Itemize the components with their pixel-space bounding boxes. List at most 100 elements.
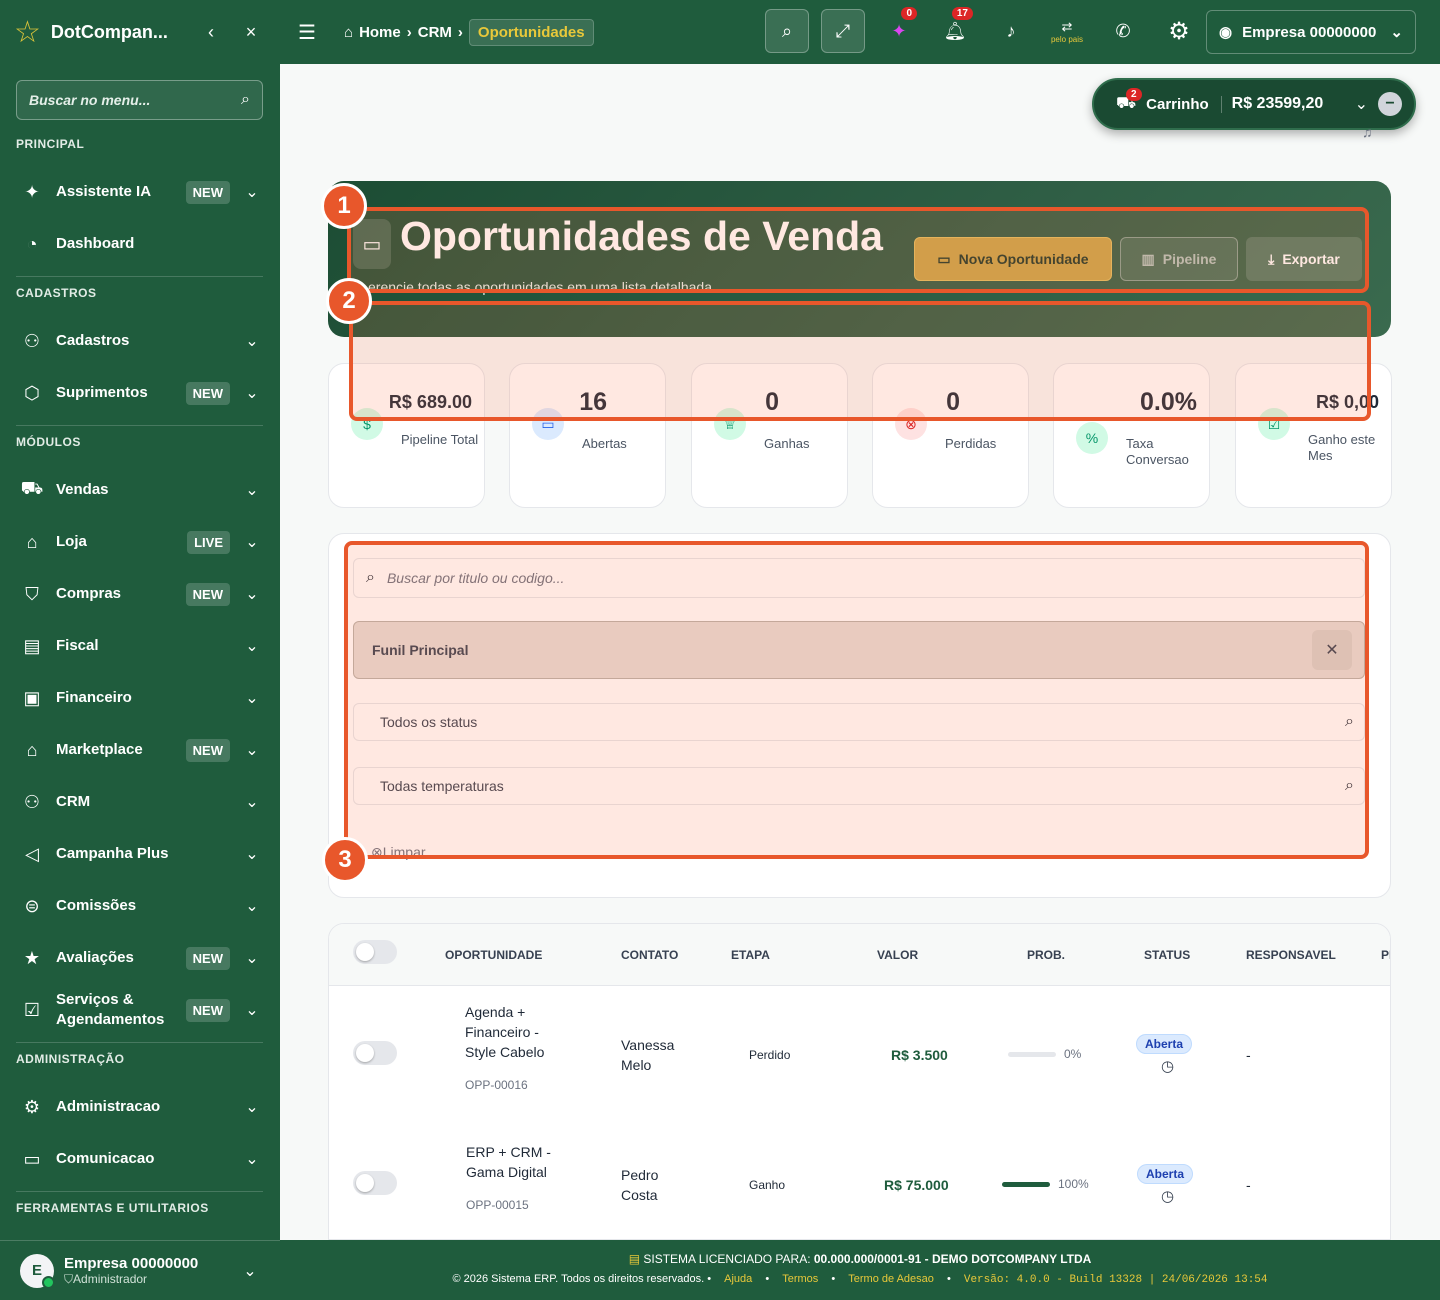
stage: Perdido bbox=[749, 1048, 791, 1062]
sidebar-item-loja[interactable]: ⌂ Loja LIVE ⌄ bbox=[18, 522, 262, 562]
sidebar-item-campanha-plus[interactable]: ◁ Campanha Plus ⌄ bbox=[18, 834, 262, 874]
row-select-toggle[interactable] bbox=[353, 1041, 397, 1065]
stat-value: 16 bbox=[579, 388, 607, 416]
sidebar-item-cadastros[interactable]: ⚇ Cadastros ⌄ bbox=[18, 321, 262, 361]
clear-funnel-button[interactable]: ✕ bbox=[1312, 630, 1352, 670]
sidebar-item-assistente-ia[interactable]: ✦ Assistente IA NEW ⌄ bbox=[18, 172, 262, 212]
close-icon[interactable]: × bbox=[236, 22, 266, 43]
terms-link[interactable]: Termos bbox=[782, 1273, 818, 1285]
new-badge: NEW bbox=[185, 381, 230, 405]
sidebar-item-crm[interactable]: ⚇ CRM ⌄ bbox=[18, 782, 262, 822]
sidebar-item-administracao[interactable]: ⚙ Administracao ⌄ bbox=[18, 1087, 262, 1127]
row-select-toggle[interactable] bbox=[353, 1171, 397, 1195]
opportunity-title[interactable]: ERP + CRM - Gama Digital bbox=[466, 1142, 566, 1182]
sidebar-item-financeiro[interactable]: ▣ Financeiro ⌄ bbox=[18, 678, 262, 718]
ai-button[interactable]: ✦ 0 bbox=[877, 7, 921, 53]
collapse-sidebar-icon[interactable]: ‹ bbox=[196, 22, 226, 43]
new-opportunity-button[interactable]: ▭ Nova Oportunidade bbox=[914, 237, 1112, 281]
column-header[interactable]: VALOR bbox=[877, 948, 918, 962]
star-icon: ★ bbox=[23, 947, 41, 968]
bell-filled-icon: ♪ bbox=[1006, 20, 1016, 41]
opportunity-search-input[interactable]: ⌕ Buscar por titulo ou codigo... bbox=[353, 558, 1365, 598]
column-header[interactable]: RESPONSAVEL bbox=[1246, 948, 1336, 962]
clock-icon: ◷ bbox=[1161, 1188, 1175, 1205]
sidebar-item-marketplace[interactable]: ⌂ Marketplace NEW ⌄ bbox=[18, 730, 262, 770]
cart-widget[interactable]: ⛟ 2 Carrinho R$ 23599,20 ⌄ − bbox=[1092, 78, 1416, 130]
sidebar-item-avaliacoes[interactable]: ★ Avaliações NEW ⌄ bbox=[18, 938, 262, 978]
stat-label: Perdidas bbox=[945, 436, 997, 451]
folder-icon: ▭ bbox=[532, 408, 564, 440]
column-header[interactable]: OPORTUNIDADE bbox=[445, 948, 542, 962]
license-prefix: SISTEMA LICENCIADO PARA: bbox=[643, 1252, 811, 1266]
help-link[interactable]: Ajuda bbox=[724, 1273, 752, 1285]
sidebar-item-label: Suprimentos bbox=[56, 384, 148, 401]
x-circle-icon: ⊗ bbox=[371, 844, 383, 860]
export-button[interactable]: ⤓ Exportar bbox=[1246, 237, 1362, 281]
breadcrumb-crm[interactable]: CRM bbox=[418, 24, 452, 41]
new-opportunity-label: Nova Oportunidade bbox=[958, 251, 1089, 267]
search-icon: ⌕ bbox=[366, 569, 375, 586]
column-header[interactable]: PROB. bbox=[1027, 948, 1065, 962]
funnel-select[interactable]: Funil Principal ✕ bbox=[353, 621, 1365, 679]
fullscreen-button[interactable]: ⤢ bbox=[821, 9, 865, 53]
stat-label: Taxa Conversao bbox=[1126, 436, 1189, 467]
notifications-button[interactable]: 🔔︎ 17 bbox=[933, 7, 977, 53]
stat-value: R$ 0,00 bbox=[1315, 392, 1379, 412]
minimize-cart-button[interactable]: − bbox=[1378, 92, 1402, 116]
company-name: Empresa 00000000 bbox=[1242, 23, 1377, 41]
contact-name: Vanessa Melo bbox=[621, 1037, 675, 1073]
new-badge: NEW bbox=[185, 738, 230, 762]
whatsapp-button[interactable]: ✆ bbox=[1101, 9, 1145, 53]
menu-icon[interactable]: ☰ bbox=[298, 20, 330, 45]
user-menu[interactable]: E Empresa 00000000 ⛉Administrador ⌄ bbox=[0, 1240, 280, 1300]
chevron-down-icon: ⌄ bbox=[245, 794, 259, 811]
calendar-icon: ☑ bbox=[23, 999, 41, 1020]
calendar-check-icon: ☑ bbox=[1258, 408, 1290, 440]
sidebar-item-dashboard[interactable]: ◔ Dashboard bbox=[18, 224, 262, 264]
adhesion-terms-link[interactable]: Termo de Adesao bbox=[848, 1273, 934, 1285]
user-name: Empresa 00000000 bbox=[64, 1254, 199, 1272]
column-header[interactable]: CONTATO bbox=[621, 948, 678, 962]
sidebar-item-comunicacao[interactable]: ▭ Comunicacao ⌄ bbox=[18, 1139, 262, 1179]
select-all-toggle[interactable] bbox=[353, 940, 397, 964]
divider bbox=[16, 276, 263, 277]
pipeline-label: Pipeline bbox=[1162, 251, 1217, 267]
topbar-actions: ⌕ ⤢ ✦ 0 🔔︎ 17 ♪ ⇄ pelo pais ✆ ⚙ bbox=[765, 7, 1201, 53]
section-administracao: ADMINISTRAÇÃO bbox=[16, 1052, 125, 1066]
sidebar-item-servicos[interactable]: ☑ Serviços & Agendamentos NEW ⌄ bbox=[18, 990, 262, 1030]
sidebar-item-compras[interactable]: ⛉ Compras NEW ⌄ bbox=[18, 574, 262, 614]
bell-icon[interactable]: ♫ bbox=[1362, 124, 1373, 140]
translate-button[interactable]: ⇄ pelo pais bbox=[1045, 9, 1089, 53]
sidebar-item-fiscal[interactable]: ▤ Fiscal ⌄ bbox=[18, 626, 262, 666]
sidebar: ☆ DotCompan... ‹ × Buscar no menu... ⌕ P… bbox=[0, 0, 280, 1300]
column-header[interactable]: ETAPA bbox=[731, 948, 770, 962]
percent-icon: % bbox=[1076, 422, 1108, 454]
clear-filters-button[interactable]: ⊗Limpar bbox=[371, 844, 426, 861]
clear-filters-label: Limpar bbox=[382, 844, 426, 860]
download-icon: ⤓ bbox=[1268, 250, 1275, 267]
sparkle-icon: ✦ bbox=[891, 20, 907, 41]
column-header[interactable]: PI bbox=[1381, 948, 1390, 962]
users-icon: ⚇ bbox=[23, 791, 41, 812]
status-badge: Aberta bbox=[1136, 1034, 1193, 1054]
settings-button[interactable]: ⚙ bbox=[1157, 9, 1201, 53]
column-header[interactable]: STATUS bbox=[1144, 948, 1190, 962]
pipeline-button[interactable]: ▥ Pipeline bbox=[1120, 237, 1238, 281]
footer-links: © 2026 Sistema ERP. Todos os direitos re… bbox=[452, 1273, 1268, 1286]
filters-panel: ⌕ Buscar por titulo ou codigo... Funil Pr… bbox=[328, 533, 1391, 898]
company-selector[interactable]: ◉ Empresa 00000000 ⌄ bbox=[1206, 10, 1416, 54]
search-button[interactable]: ⌕ bbox=[765, 9, 809, 53]
sidebar-item-vendas[interactable]: ⛟ Vendas ⌄ bbox=[18, 470, 262, 510]
chevron-down-icon[interactable]: ⌄ bbox=[1355, 94, 1368, 114]
receipt-icon: ▤ bbox=[23, 635, 41, 656]
sidebar-item-comissoes[interactable]: ⊜ Comissões ⌄ bbox=[18, 886, 262, 926]
opportunity-title[interactable]: Agenda + Financeiro - Style Cabelo bbox=[465, 1002, 565, 1062]
breadcrumb-home[interactable]: Home bbox=[359, 24, 401, 41]
menu-search-input[interactable]: Buscar no menu... ⌕ bbox=[16, 80, 263, 120]
opportunity-code: OPP-00015 bbox=[466, 1198, 529, 1212]
alerts-button[interactable]: ♪ bbox=[989, 9, 1033, 53]
sidebar-item-suprimentos[interactable]: ⬡ Suprimentos NEW ⌄ bbox=[18, 373, 262, 413]
temperature-select[interactable]: Todas temperaturas ⌕ bbox=[353, 767, 1365, 805]
contact-name: Pedro Costa bbox=[621, 1167, 659, 1203]
status-select[interactable]: Todos os status ⌕ bbox=[353, 703, 1365, 741]
